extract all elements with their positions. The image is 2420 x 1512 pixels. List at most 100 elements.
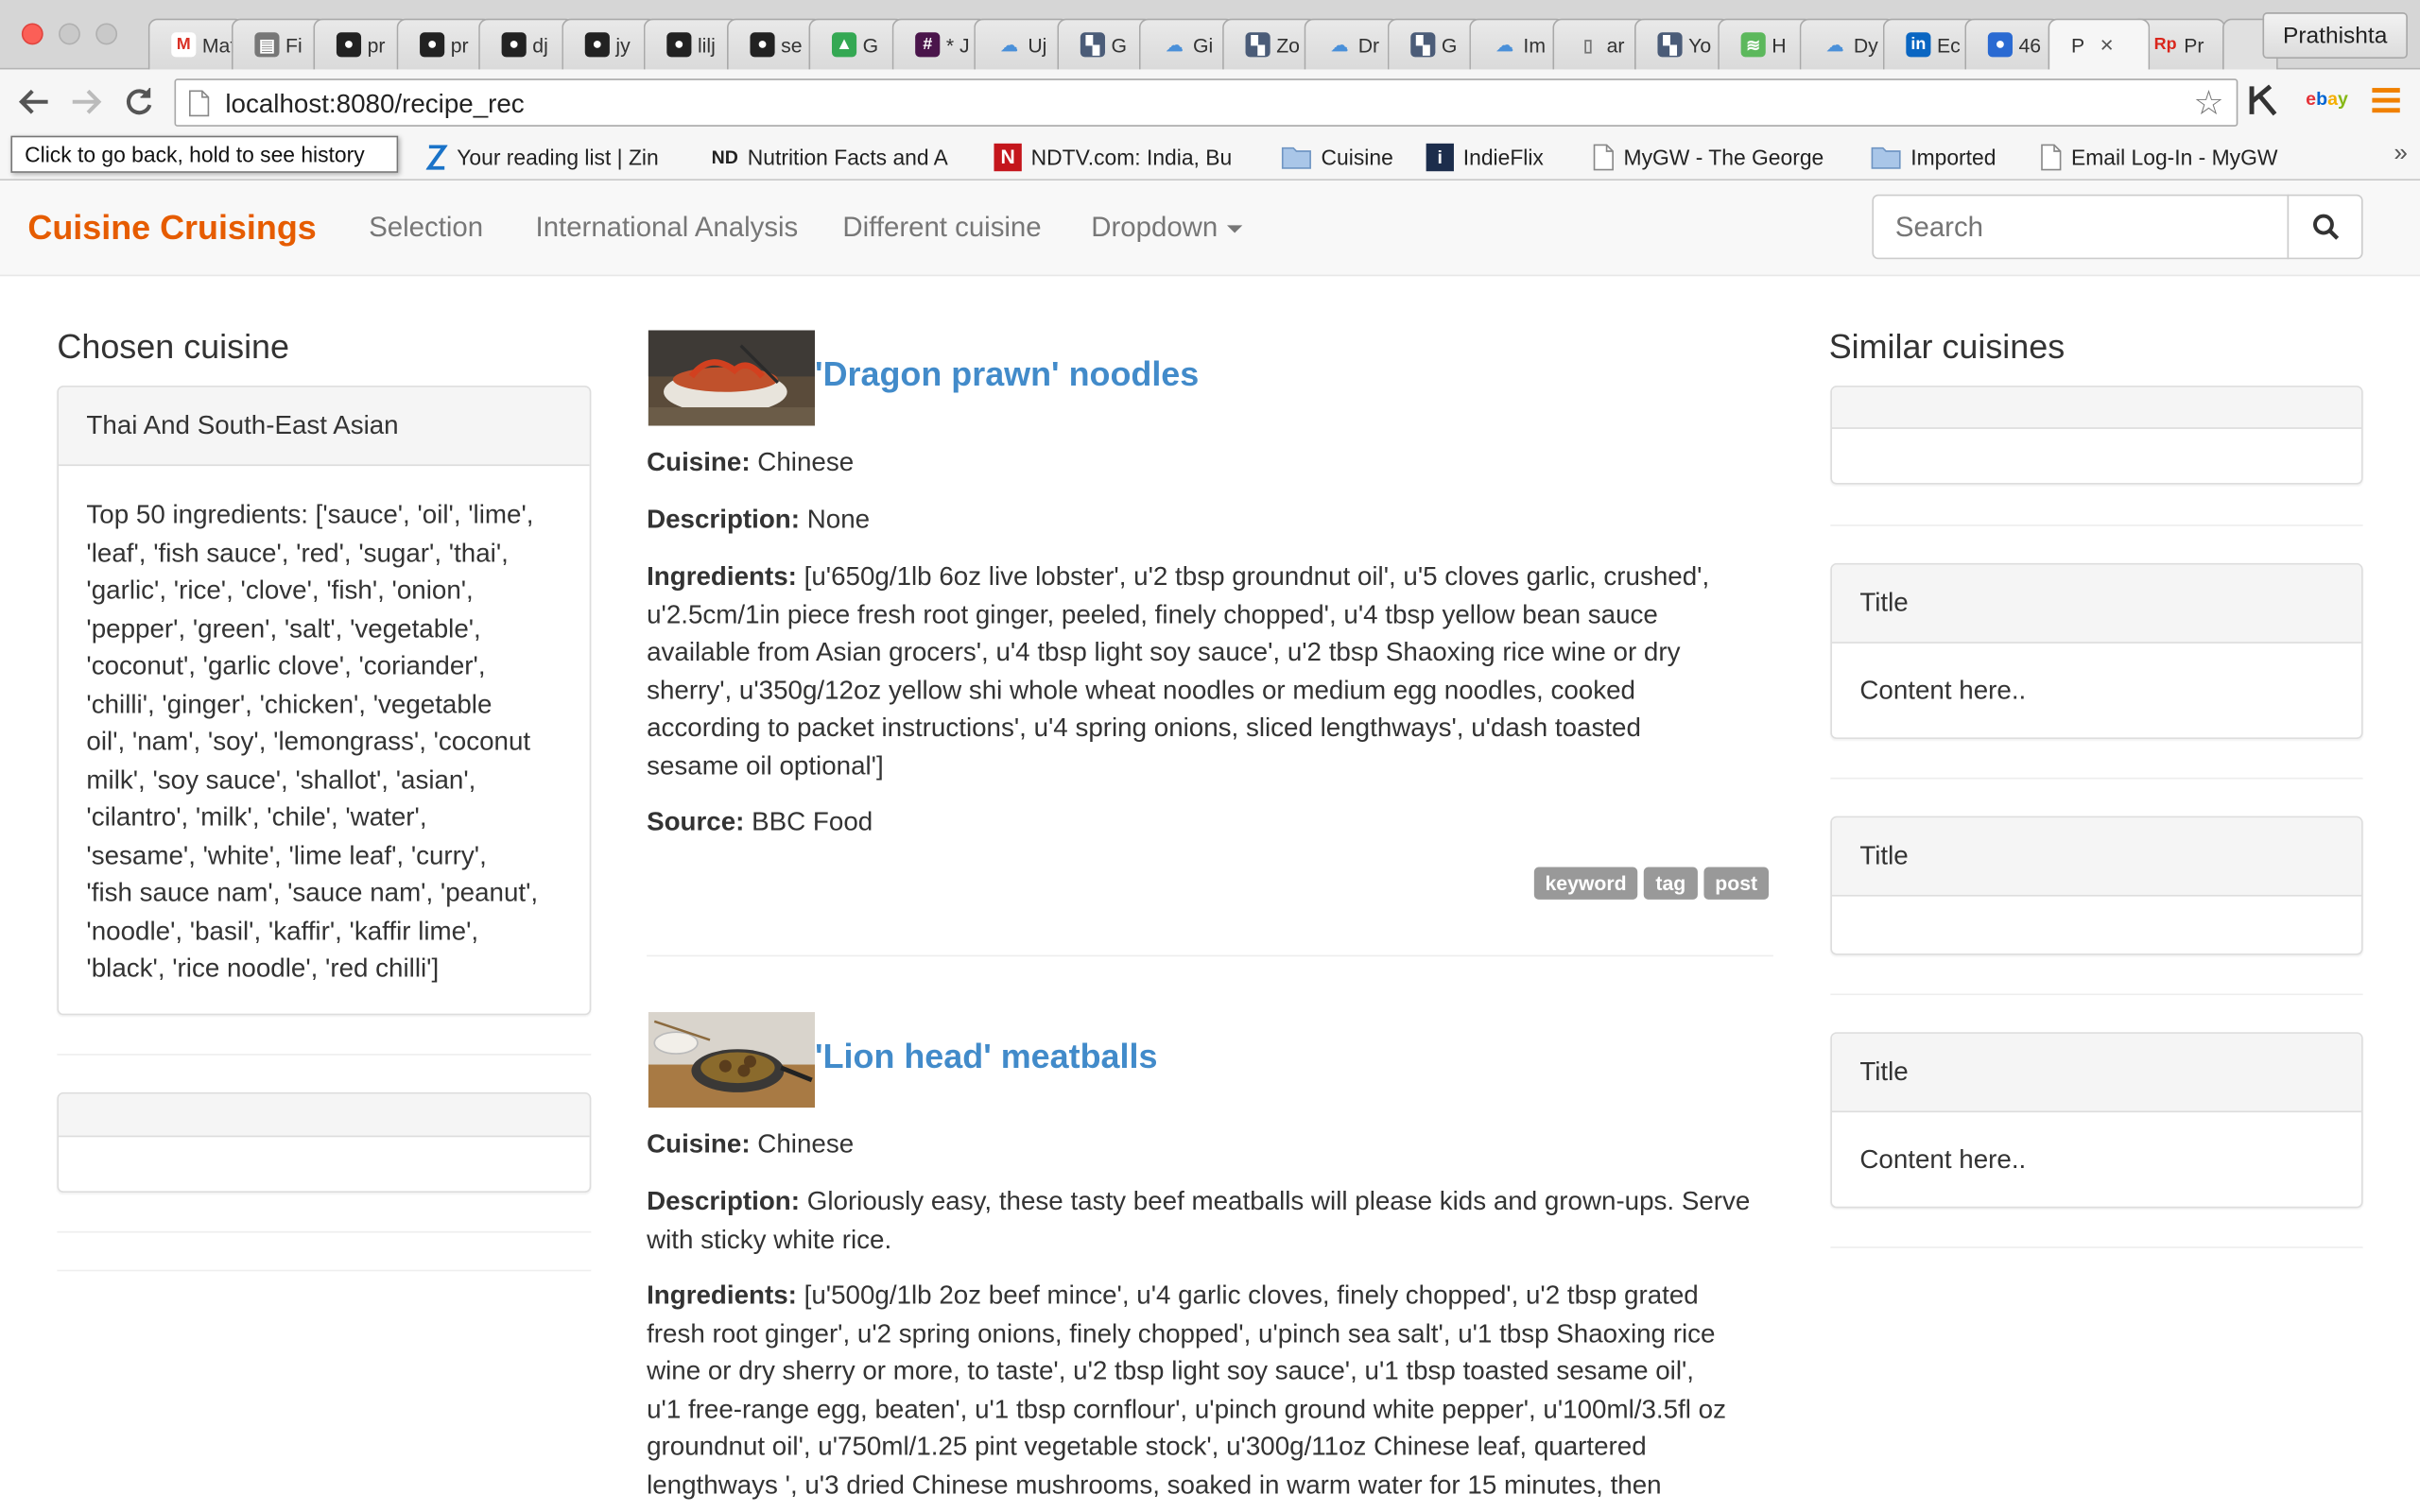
tab-title: se: [781, 33, 803, 57]
text-line: groundnut oil', u'750ml/1.25 pint vegeta…: [647, 1432, 1647, 1462]
nav-different-cuisine[interactable]: Different cuisine: [842, 212, 1041, 244]
drive-icon: ▲: [831, 32, 857, 58]
search-input[interactable]: [1872, 194, 2290, 260]
search-button[interactable]: [2287, 194, 2363, 260]
browser-tab[interactable]: ● lilj: [643, 18, 740, 70]
doc-icon: ▯: [1583, 36, 1593, 55]
tab-title: 46: [2018, 33, 2042, 57]
profile-button[interactable]: Prathishta: [2262, 12, 2408, 60]
menu-icon[interactable]: [2371, 85, 2402, 116]
tab-title: Pr: [2184, 33, 2204, 57]
text-line: 'black', 'rice noodle', 'red chilli']: [86, 953, 440, 983]
browser-tab[interactable]: ☁ Dr: [1304, 18, 1400, 70]
minimize-window-button[interactable]: [59, 23, 80, 45]
back-button-tooltip: Click to go back, hold to see history: [10, 135, 399, 173]
tab-title: Uj: [1028, 33, 1047, 57]
browser-tab[interactable]: M Mat: [147, 18, 244, 70]
browser-tab[interactable]: ● dj: [478, 18, 575, 70]
browser-tab[interactable]: ☁ Uj: [974, 18, 1070, 70]
text-line: Ingredients: [u'500g/1lb 2oz beef mince'…: [647, 1280, 1699, 1311]
divider: [647, 954, 1773, 957]
tab-title: Dr: [1357, 33, 1380, 57]
panel-body: Content here..: [1859, 676, 2027, 706]
browser-tab[interactable]: ☁ Im: [1469, 18, 1565, 70]
text-line: Ingredients: [u'650g/1lb 6oz live lobste…: [647, 561, 1710, 592]
recipe-thumbnail[interactable]: [648, 330, 816, 426]
wiki-icon: ▚: [1657, 32, 1683, 58]
text-line: 'pepper', 'green', 'salt', 'vegetable',: [86, 612, 481, 643]
divider: [1830, 777, 2363, 780]
k-extension-icon[interactable]: [2247, 82, 2284, 119]
wiki-icon: ▚: [1245, 32, 1270, 58]
address-bar[interactable]: localhost:8080/recipe_rec ☆: [174, 78, 2238, 127]
ebay-extension-icon[interactable]: ebay: [2306, 88, 2348, 110]
wiki-icon: ▚: [1080, 32, 1105, 58]
bookmark-item[interactable]: Email Log-In - MyGW: [2040, 141, 2277, 175]
github-icon: ●: [336, 32, 362, 58]
bookmark-item[interactable]: MyGW - The George: [1593, 141, 1824, 175]
tab-title: jy: [615, 33, 631, 57]
back-button[interactable]: [12, 82, 56, 122]
zoom-window-button[interactable]: [95, 23, 118, 45]
nav-selection[interactable]: Selection: [369, 212, 483, 244]
field-label: Ingredients:: [647, 1280, 797, 1311]
recipe-description: Description: Gloriously easy, these tast…: [647, 1183, 1781, 1259]
bookmark-item[interactable]: Cuisine: [1281, 141, 1393, 175]
recipe-title-link[interactable]: 'Lion head' meatballs: [815, 1037, 1157, 1076]
chosen-cuisine-panel: Thai And South-East Asian Top 50 ingredi…: [57, 386, 592, 1016]
browser-tab[interactable]: ● pr: [313, 18, 409, 70]
text-line: 'fish sauce nam', 'sauce nam', 'peanut',: [86, 877, 539, 907]
forward-button[interactable]: [65, 82, 109, 122]
nav-international-analysis[interactable]: International Analysis: [536, 212, 799, 244]
divider: [57, 1269, 592, 1272]
browser-tab[interactable]: ☁ Gi: [1138, 18, 1236, 70]
recipe-ingredients: Ingredients: [u'500g/1lb 2oz beef mince'…: [647, 1278, 1781, 1504]
tag-badge[interactable]: post: [1703, 867, 1770, 900]
github-icon: ●: [750, 32, 775, 58]
cloud-icon: ☁: [1826, 36, 1844, 55]
panel-heading: Title: [1831, 564, 2361, 644]
ndtv-icon: N: [994, 143, 1022, 172]
cloud-icon: ☁: [1166, 36, 1184, 55]
bookmark-item[interactable]: Your reading list | Zin: [425, 141, 659, 175]
nav-dropdown[interactable]: Dropdown: [1091, 212, 1243, 244]
text-line: 'sesame', 'white', 'lime leaf', 'curry',: [86, 839, 487, 869]
recipe-thumbnail[interactable]: [648, 1012, 816, 1108]
recipe-title-link[interactable]: 'Dragon prawn' noodles: [815, 355, 1199, 395]
tag-badge[interactable]: keyword: [1533, 867, 1638, 900]
bookmark-star-icon[interactable]: ☆: [2193, 83, 2223, 123]
tag-badge[interactable]: tag: [1643, 867, 1698, 900]
zinio-icon: [425, 145, 448, 170]
browser-tab[interactable]: P ×: [2048, 18, 2151, 70]
bookmarks-overflow-button[interactable]: »: [2394, 141, 2408, 168]
github-icon: ●: [501, 32, 527, 58]
tab-title: G: [862, 33, 879, 57]
close-window-button[interactable]: [21, 23, 43, 45]
browser-tab[interactable]: ☁ Dy: [1799, 18, 1895, 70]
bookmark-item[interactable]: Imported: [1871, 141, 1996, 175]
bookmark-item[interactable]: N NDTV.com: India, Bu: [994, 141, 1232, 175]
text-line: 'coconut', 'garlic clove', 'coriander',: [86, 650, 486, 680]
bookmark-item[interactable]: i IndieFlix: [1426, 141, 1544, 175]
text-line: u'2.5cm/1in piece fresh root ginger, pee…: [647, 599, 1658, 629]
github-icon: ●: [420, 32, 445, 58]
github-icon: ●: [584, 32, 610, 58]
empty-panel-heading: [59, 1093, 590, 1138]
brand-link[interactable]: Cuisine Cruisings: [27, 208, 316, 248]
browser-tab[interactable]: ▚ Yo: [1634, 18, 1731, 70]
panel-heading: Title: [1831, 817, 2361, 897]
bookmark-label: Your reading list | Zin: [457, 145, 659, 170]
browser-tab[interactable]: ▲ G: [808, 18, 905, 70]
tab-title: * J: [945, 33, 970, 57]
cloud-icon: ☁: [1495, 36, 1513, 55]
tab-title: Gi: [1193, 33, 1214, 57]
panel-heading: Title: [1831, 1033, 2361, 1113]
browser-tab[interactable]: ● 46: [1964, 18, 2061, 70]
close-tab-icon[interactable]: ×: [2100, 31, 2114, 58]
text-line: lengthways ', u'3 dried Chinese mushroom…: [647, 1469, 1662, 1500]
bookmark-item[interactable]: ND Nutrition Facts and A: [712, 141, 948, 175]
bookmark-label: Cuisine: [1321, 145, 1393, 170]
reload-button[interactable]: [117, 82, 161, 122]
text-line: wine or dry sherry or more, to taste', u…: [647, 1356, 1695, 1386]
rp-icon: Rp: [2153, 35, 2177, 55]
